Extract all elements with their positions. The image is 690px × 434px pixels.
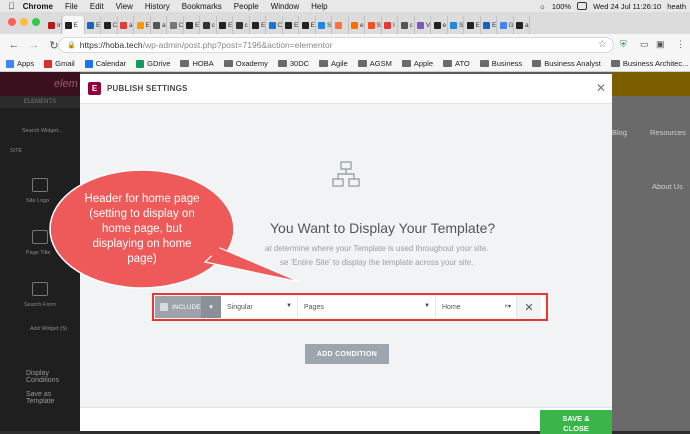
callout-line-2: (setting to display on — [89, 208, 195, 220]
callout-line-5: page) — [127, 253, 157, 265]
callout-pointer — [203, 247, 301, 283]
callout-line-3: home page, but — [102, 223, 182, 235]
callout-text: Header for home page (setting to display… — [82, 192, 202, 267]
callout-line-4: displaying on home — [92, 238, 192, 250]
callout-line-1: Header for home page — [84, 193, 200, 205]
